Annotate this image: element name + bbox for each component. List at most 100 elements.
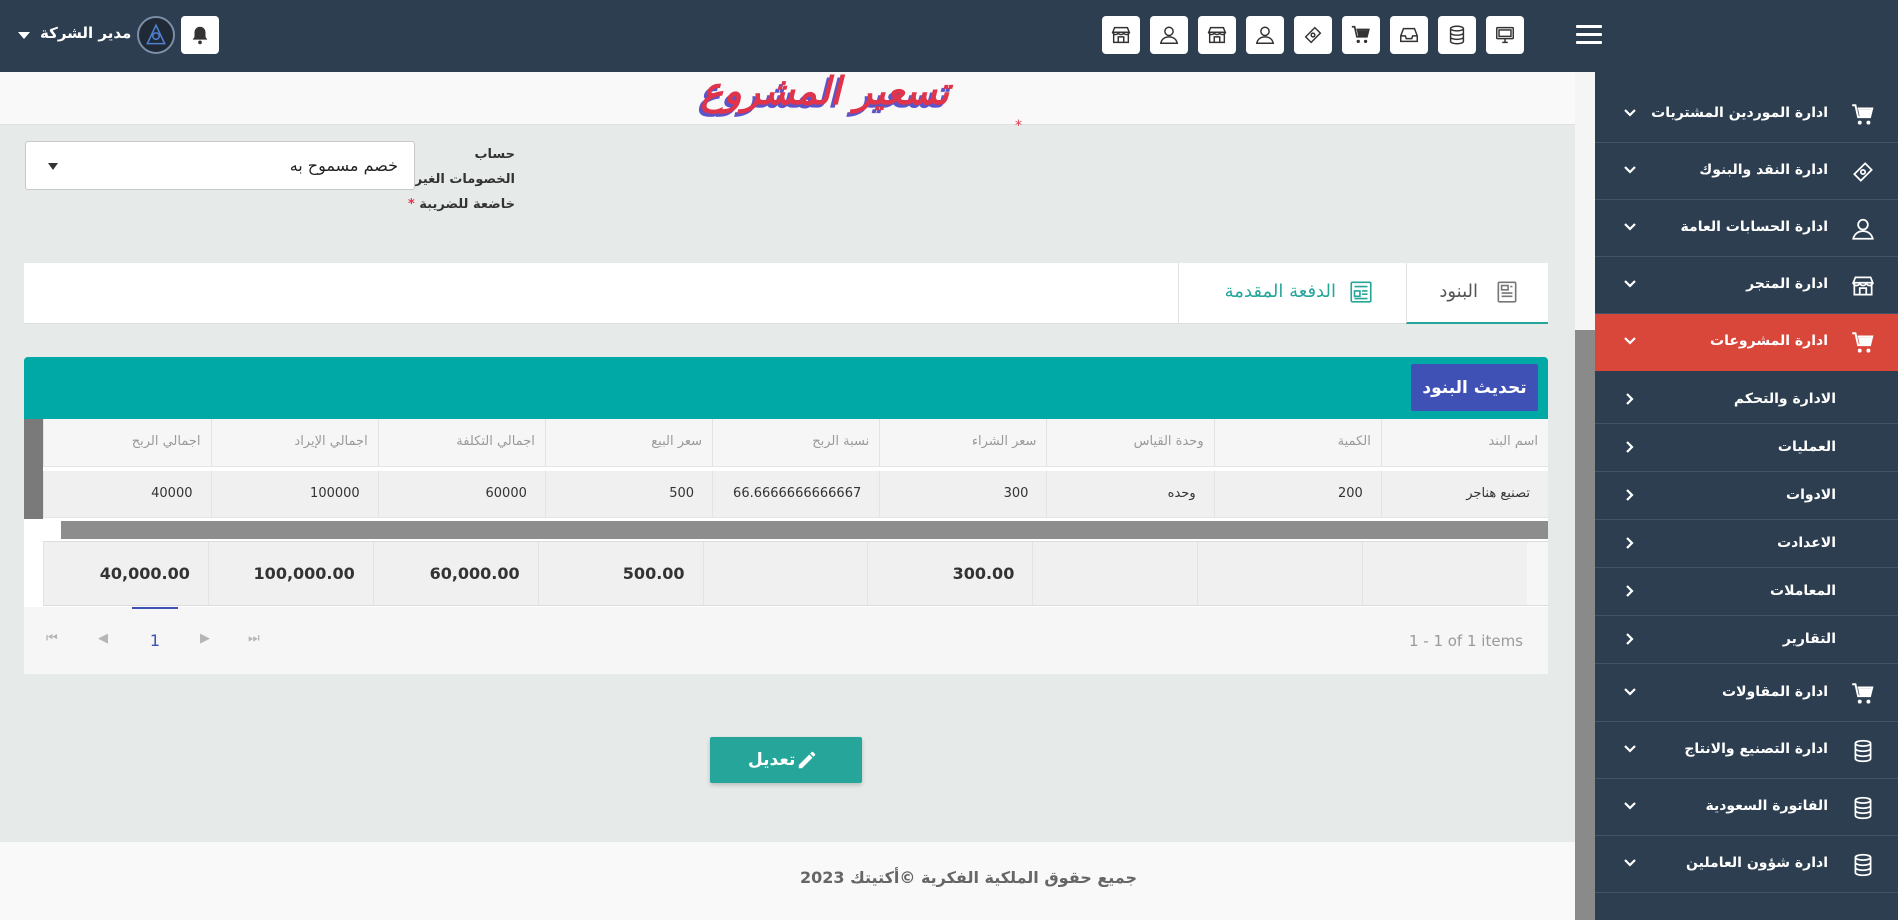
edit-button[interactable]: تعديل <box>710 737 862 783</box>
total-value: 40,000.00 <box>99 564 190 583</box>
sidebar-item-contracting[interactable]: ادارة المقاولات <box>1595 665 1898 722</box>
user-menu-caret-icon[interactable] <box>18 32 30 39</box>
column-header-label: نسبة الربح <box>812 434 870 449</box>
next-page-icon[interactable]: ▶ <box>200 631 210 646</box>
sidebar-subitem-settings[interactable]: الاعدادت <box>1595 520 1898 568</box>
sidebar-subitem-tools[interactable]: الادوات <box>1595 472 1898 520</box>
table-cell[interactable]: 60000 <box>377 471 545 517</box>
table-cell[interactable]: 200 <box>1213 471 1381 517</box>
table-cell[interactable]: 100000 <box>210 471 378 517</box>
table-cell[interactable]: 300 <box>879 471 1046 517</box>
tab-items[interactable]: البنود <box>1406 263 1548 324</box>
total-cell: 100,000.00 <box>207 542 373 605</box>
first-page-icon[interactable]: ⏮ <box>46 631 58 646</box>
sidebar-subitem-management-control[interactable]: الادارة والتحكم <box>1595 376 1898 424</box>
inbox-icon[interactable] <box>1390 16 1428 54</box>
column-header[interactable]: اجمالي الإيراد <box>210 419 378 466</box>
cell-value: تصنيع هناجر <box>1466 486 1530 501</box>
table-row[interactable]: تصنيع هناجر 200 وحده 300 66.666666666666… <box>43 471 1548 518</box>
table-cell[interactable]: وحده <box>1046 471 1213 517</box>
sidebar-item-cash-banks[interactable]: ادارة النقد والبنوك <box>1595 143 1898 200</box>
chevron-down-icon <box>1624 802 1636 810</box>
chevron-right-icon <box>1626 489 1634 501</box>
column-header[interactable]: اجمالي الربح <box>43 419 210 466</box>
sidebar-item-label: ادارة الحسابات العامة <box>1680 219 1828 235</box>
cell-value: 200 <box>1337 486 1363 501</box>
footer-copyright: جميع حقوق الملكية الفكرية ©أكتيتك 2023 <box>800 868 1138 887</box>
cell-value: وحده <box>1167 486 1196 501</box>
column-header-label: سعر الشراء <box>971 434 1037 449</box>
table-cell[interactable]: 500 <box>544 471 712 517</box>
page-scrollbar-thumb[interactable] <box>1575 330 1595 920</box>
document-icon <box>1497 281 1517 303</box>
refresh-items-button[interactable]: تحديث البنود <box>1411 364 1538 411</box>
sidebar-item-label: ادارة المشروعات <box>1710 333 1828 349</box>
column-header-label: اجمالي الإيراد <box>294 434 368 449</box>
menu-toggle-icon[interactable] <box>1576 25 1602 47</box>
discount-account-label: حساب الخصومات الغير خاضعة للضريبة * <box>405 142 515 217</box>
sidebar-item-label: ادارة المتجر <box>1746 276 1828 292</box>
chevron-right-icon <box>1626 441 1634 453</box>
totals-row: 300.00 500.00 60,000.00 100,000.00 40,00… <box>42 541 1527 606</box>
horizontal-scrollbar[interactable] <box>61 521 1548 539</box>
pager: ⏮ ◀ 1 ▶ ⏭ 1 - 1 of 1 items <box>24 607 1548 674</box>
user-icon[interactable] <box>1246 16 1284 54</box>
sidebar-subitem-label: التقارير <box>1782 631 1836 647</box>
user-icon <box>1852 218 1874 240</box>
column-header-label: سعر البيع <box>651 434 703 449</box>
user-name[interactable]: مدير الشركة <box>40 24 131 42</box>
column-header[interactable]: اجمالي التكلفة <box>377 419 545 466</box>
store-icon <box>1851 276 1875 296</box>
sidebar-item-suppliers-purchases[interactable]: ادارة الموردين المشتريات <box>1595 86 1898 143</box>
tab-down-payment[interactable]: الدفعة المقدمة <box>1178 263 1406 324</box>
sidebar-item-saudi-invoice[interactable]: الفاتورة السعودية <box>1595 779 1898 836</box>
grid-toolbar <box>24 357 1548 419</box>
total-cell <box>702 542 868 605</box>
chevron-down-icon <box>1624 109 1636 117</box>
sidebar-subitem-label: الاعدادت <box>1777 535 1836 551</box>
sidebar-subitem-operations[interactable]: العمليات <box>1595 424 1898 472</box>
cell-value: 66.6666666666667 <box>733 486 862 501</box>
sidebar-item-general-accounts[interactable]: ادارة الحسابات العامة <box>1595 200 1898 257</box>
cell-value: 40000 <box>151 486 193 501</box>
page-number-current[interactable]: 1 <box>132 607 178 674</box>
prev-page-icon[interactable]: ◀ <box>98 631 108 646</box>
cart-icon[interactable] <box>1342 16 1380 54</box>
sidebar-item-hr[interactable]: ادارة شؤون العاملين <box>1595 836 1898 893</box>
store-icon[interactable] <box>1102 16 1140 54</box>
last-page-icon[interactable]: ⏭ <box>248 631 260 646</box>
chevron-right-icon <box>1626 633 1634 645</box>
sidebar-subitem-reports[interactable]: التقارير <box>1595 616 1898 664</box>
sidebar-item-manufacturing[interactable]: ادارة التصنيع والانتاج <box>1595 722 1898 779</box>
database-icon[interactable] <box>1438 16 1476 54</box>
table-cell[interactable]: 40000 <box>43 471 210 517</box>
column-header[interactable]: الكمية <box>1213 419 1381 466</box>
user-icon[interactable] <box>1150 16 1188 54</box>
column-header-label: اجمالي التكلفة <box>456 434 535 449</box>
notifications-bell-icon[interactable] <box>181 16 219 54</box>
table-cell[interactable]: تصنيع هناجر <box>1380 471 1548 517</box>
avatar[interactable] <box>137 16 175 54</box>
total-value: 60,000.00 <box>429 564 520 583</box>
sidebar-subitem-transactions[interactable]: المعاملات <box>1595 568 1898 616</box>
money-icon[interactable] <box>1294 16 1332 54</box>
monitor-icon[interactable] <box>1486 16 1524 54</box>
table-cell[interactable]: 66.6666666666667 <box>712 471 879 517</box>
required-star: * <box>407 197 415 212</box>
column-header[interactable]: نسبة الربح <box>712 419 879 466</box>
pencil-icon <box>798 751 816 769</box>
discount-account-select[interactable]: خصم مسموح به <box>25 141 415 190</box>
sidebar-subitem-label: الادارة والتحكم <box>1733 391 1836 407</box>
cell-value: 500 <box>669 486 695 501</box>
column-header[interactable]: سعر الشراء <box>879 419 1046 466</box>
sidebar-item-label: ادارة المقاولات <box>1722 684 1828 700</box>
column-header[interactable]: اسم البند <box>1380 419 1548 466</box>
column-header[interactable]: وحدة القياس <box>1046 419 1213 466</box>
store-icon[interactable] <box>1198 16 1236 54</box>
sidebar-item-store[interactable]: ادارة المتجر <box>1595 257 1898 314</box>
database-icon <box>1854 796 1872 820</box>
total-value: 500.00 <box>622 564 685 583</box>
database-icon <box>1854 853 1872 877</box>
sidebar-item-projects[interactable]: ادارة المشروعات <box>1595 314 1898 371</box>
column-header[interactable]: سعر البيع <box>544 419 712 466</box>
